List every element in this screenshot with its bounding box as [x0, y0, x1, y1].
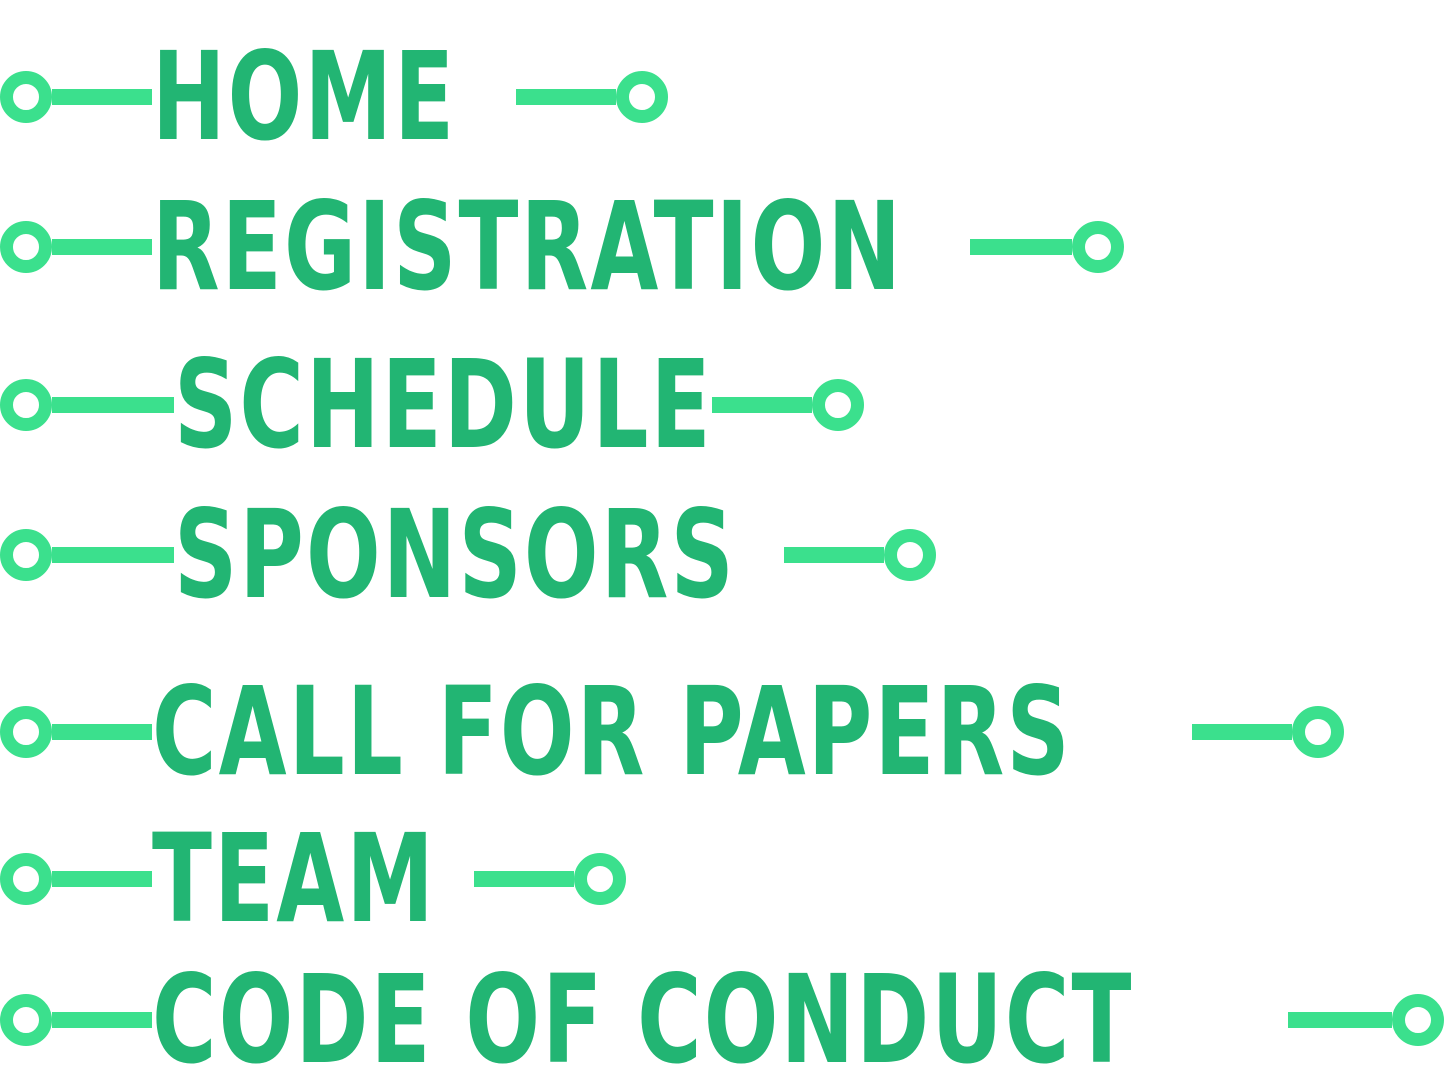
circuit-wire [516, 89, 616, 105]
nav-item-label: CALL FOR PAPERS [152, 661, 1072, 803]
circuit-wire [52, 1012, 152, 1028]
circuit-wire [1192, 724, 1292, 740]
circuit-wire [52, 724, 152, 740]
circuit-node-icon [0, 853, 52, 905]
main-navigation-menu: HOME REGISTRATION SCHEDULE SPONSORS CALL… [0, 0, 1444, 1081]
circuit-node-icon [0, 994, 52, 1046]
circuit-node-icon [884, 529, 936, 581]
nav-item-label: SCHEDULE [174, 334, 713, 476]
circuit-node-icon [0, 221, 52, 273]
circuit-wire [784, 547, 884, 563]
nav-item-call-for-papers[interactable]: CALL FOR PAPERS [0, 671, 1344, 793]
circuit-wire [52, 397, 174, 413]
nav-item-team[interactable]: TEAM [0, 818, 626, 940]
circuit-wire [474, 871, 574, 887]
circuit-node-icon [0, 71, 52, 123]
circuit-node-icon [616, 71, 668, 123]
nav-item-label: CODE OF CONDUCT [152, 949, 1134, 1091]
nav-item-label: TEAM [152, 808, 436, 950]
circuit-wire [712, 397, 812, 413]
circuit-node-icon [0, 706, 52, 758]
nav-item-label: REGISTRATION [152, 176, 904, 318]
nav-item-home[interactable]: HOME [0, 36, 668, 158]
nav-item-label: SPONSORS [174, 484, 736, 626]
circuit-node-icon [1392, 994, 1444, 1046]
circuit-wire [1288, 1012, 1392, 1028]
circuit-wire [52, 547, 174, 563]
nav-item-label: HOME [152, 26, 457, 168]
circuit-node-icon [812, 379, 864, 431]
circuit-wire [52, 239, 152, 255]
circuit-wire [52, 871, 152, 887]
nav-item-sponsors[interactable]: SPONSORS [0, 494, 936, 616]
circuit-node-icon [0, 379, 52, 431]
circuit-node-icon [0, 529, 52, 581]
circuit-node-icon [1072, 221, 1124, 273]
circuit-node-icon [574, 853, 626, 905]
circuit-wire [970, 239, 1072, 255]
nav-item-schedule[interactable]: SCHEDULE [0, 344, 864, 466]
nav-item-registration[interactable]: REGISTRATION [0, 186, 1124, 308]
circuit-node-icon [1292, 706, 1344, 758]
nav-item-code-of-conduct[interactable]: CODE OF CONDUCT [0, 959, 1444, 1081]
circuit-wire [52, 89, 152, 105]
